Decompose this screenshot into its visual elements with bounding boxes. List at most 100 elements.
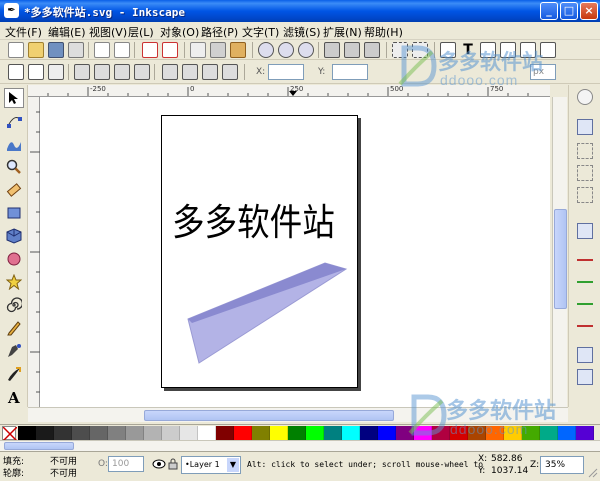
color-swatch[interactable] [306, 426, 324, 440]
undo-icon[interactable] [142, 42, 158, 58]
zoom-field[interactable]: 35% [540, 456, 584, 474]
new-document-icon[interactable] [8, 42, 24, 58]
minimize-button[interactable]: _ [540, 2, 558, 20]
color-swatch[interactable] [72, 426, 90, 440]
color-swatch[interactable] [522, 426, 540, 440]
zoom-icon[interactable] [577, 89, 593, 105]
color-swatch[interactable] [486, 426, 504, 440]
color-swatch[interactable] [324, 426, 342, 440]
open-folder-icon[interactable] [28, 42, 44, 58]
color-swatch[interactable] [468, 426, 486, 440]
text-tool[interactable]: A [4, 387, 24, 407]
color-swatch[interactable] [432, 426, 450, 440]
pencil-tool[interactable] [4, 318, 24, 338]
flip-horizontal-icon[interactable] [114, 64, 130, 80]
snap-bbox-corners-icon[interactable] [577, 187, 593, 203]
color-swatch[interactable] [450, 426, 468, 440]
snap-centers-icon[interactable] [577, 347, 593, 363]
ungroup-icon[interactable] [412, 42, 428, 58]
zoom-page-icon[interactable] [298, 42, 314, 58]
rotate-ccw-icon[interactable] [74, 64, 90, 80]
menu-text[interactable]: 文字(T) [242, 24, 279, 40]
snap-cusp-nodes-icon[interactable] [577, 289, 593, 305]
layer-dropdown[interactable]: •Layer 1 ▼ [181, 456, 241, 474]
color-swatch[interactable] [54, 426, 72, 440]
maximize-button[interactable]: □ [560, 2, 578, 20]
zoom-tool[interactable] [4, 157, 24, 177]
palette-scroll-thumb[interactable] [4, 442, 74, 450]
color-swatch[interactable] [342, 426, 360, 440]
eye-visibility-icon[interactable] [152, 458, 166, 470]
snap-bbox-edges-icon[interactable] [577, 165, 593, 181]
drawing-canvas[interactable]: 多多软件站 [40, 97, 550, 407]
color-swatch[interactable] [558, 426, 576, 440]
snap-smooth-nodes-icon[interactable] [577, 311, 593, 327]
zoom-drawing-icon[interactable] [278, 42, 294, 58]
raise-to-top-icon[interactable] [162, 64, 178, 80]
snap-page-border-icon[interactable] [577, 369, 593, 385]
preferences-icon[interactable] [540, 42, 556, 58]
color-swatch[interactable] [288, 426, 306, 440]
clone-icon[interactable] [344, 42, 360, 58]
snap-intersections-icon[interactable] [577, 267, 593, 283]
color-swatch[interactable] [252, 426, 270, 440]
color-swatch[interactable] [360, 426, 378, 440]
rectangle-tool[interactable] [4, 203, 24, 223]
no-paint-swatch[interactable] [2, 426, 18, 442]
select-all-layers-icon[interactable] [28, 64, 44, 80]
x-coordinate-field[interactable] [268, 64, 304, 80]
node-tool[interactable] [4, 111, 24, 131]
lock-icon[interactable] [168, 458, 178, 470]
opacity-spinbox[interactable]: 100 [108, 456, 144, 472]
tweak-tool[interactable] [4, 134, 24, 154]
horizontal-scrollbar[interactable] [28, 407, 568, 422]
horizontal-scroll-thumb[interactable] [144, 410, 394, 421]
copy-icon[interactable] [190, 42, 206, 58]
menu-edit[interactable]: 编辑(E) [48, 24, 86, 40]
duplicate-icon[interactable] [324, 42, 340, 58]
title-bar[interactable]: ✒ *多多软件站.svg - Inkscape _ □ × [0, 0, 600, 22]
vertical-scrollbar[interactable] [552, 97, 567, 407]
vertical-scroll-thumb[interactable] [554, 209, 567, 309]
menu-help[interactable]: 帮助(H) [364, 24, 403, 40]
color-swatch[interactable] [378, 426, 396, 440]
menu-view[interactable]: 视图(V) [89, 24, 127, 40]
menu-path[interactable]: 路径(P) [201, 24, 238, 40]
color-swatch[interactable] [540, 426, 558, 440]
color-swatch[interactable] [504, 426, 522, 440]
pen-tool[interactable] [4, 341, 24, 361]
color-swatch[interactable] [162, 426, 180, 440]
3d-box-tool[interactable] [4, 226, 24, 246]
color-swatch[interactable] [198, 426, 216, 440]
save-icon[interactable] [48, 42, 64, 58]
resize-grip-icon[interactable] [586, 466, 598, 478]
lower-to-bottom-icon[interactable] [222, 64, 238, 80]
color-swatch[interactable] [18, 426, 36, 440]
zoom-selection-icon[interactable] [258, 42, 274, 58]
raise-icon[interactable] [182, 64, 198, 80]
select-all-icon[interactable] [8, 64, 24, 80]
flip-vertical-icon[interactable] [134, 64, 150, 80]
color-swatch[interactable] [576, 426, 594, 440]
ellipse-tool[interactable] [4, 249, 24, 269]
snap-paths-icon[interactable] [577, 245, 593, 261]
color-swatch[interactable] [144, 426, 162, 440]
horizontal-ruler[interactable]: -250 0 250 500 750 [28, 85, 550, 97]
calligraphy-tool[interactable] [4, 364, 24, 384]
measure-tool[interactable] [4, 180, 24, 200]
color-swatch[interactable] [90, 426, 108, 440]
print-icon[interactable] [68, 42, 84, 58]
group-icon[interactable] [392, 42, 408, 58]
rotate-cw-icon[interactable] [94, 64, 110, 80]
y-coordinate-field[interactable] [332, 64, 368, 80]
unlink-clone-icon[interactable] [364, 42, 380, 58]
align-distribute-icon[interactable] [500, 42, 516, 58]
star-tool[interactable] [4, 272, 24, 292]
text-font-icon[interactable]: T [460, 42, 476, 58]
color-swatch[interactable] [414, 426, 432, 440]
spiral-tool[interactable] [4, 295, 24, 315]
unit-select[interactable]: px [530, 64, 556, 80]
redo-icon[interactable] [162, 42, 178, 58]
menu-object[interactable]: 对象(O) [160, 24, 199, 40]
palette-scrollbar[interactable] [0, 440, 600, 451]
